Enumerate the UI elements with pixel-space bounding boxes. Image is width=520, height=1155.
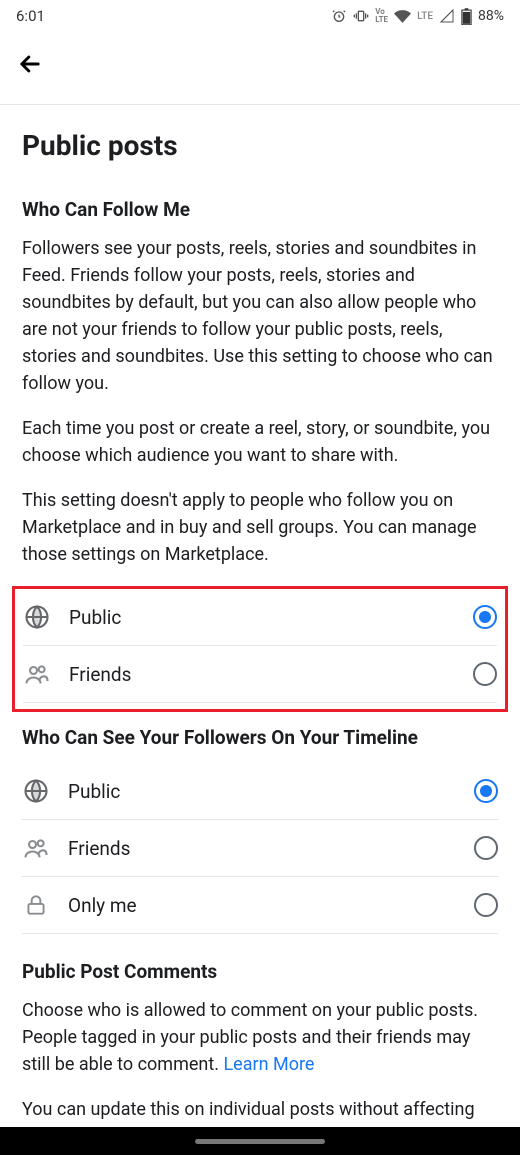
option-label: Friends	[68, 837, 474, 860]
status-bar: 6:01 VoLTE LTE 88%	[0, 0, 520, 32]
paragraph-follow-1: Followers see your posts, reels, stories…	[22, 235, 498, 397]
wifi-icon	[394, 8, 411, 25]
paragraph-follow-3: This setting doesn't apply to people who…	[22, 487, 498, 568]
globe-icon	[22, 777, 50, 805]
option-follow-public[interactable]: Public	[23, 589, 497, 646]
section-title-followers: Who Can See Your Followers On Your Timel…	[22, 726, 498, 749]
paragraph-follow-2: Each time you post or create a reel, sto…	[22, 415, 498, 469]
radio-unselected[interactable]	[473, 662, 497, 686]
learn-more-link[interactable]: Learn More	[223, 1054, 314, 1075]
section-title-comments: Public Post Comments	[22, 960, 498, 983]
home-indicator[interactable]	[195, 1139, 325, 1144]
friends-icon	[22, 834, 50, 862]
option-label: Only me	[68, 894, 474, 917]
highlight-box: Public Friends	[12, 586, 508, 712]
status-icons: VoLTE LTE 88%	[331, 8, 504, 25]
section-title-follow: Who Can Follow Me	[22, 198, 498, 221]
friends-icon	[23, 660, 51, 688]
radio-selected[interactable]	[473, 605, 497, 629]
radio-unselected[interactable]	[474, 836, 498, 860]
page-title: Public posts	[22, 105, 498, 180]
status-time: 6:01	[16, 7, 45, 25]
radio-unselected[interactable]	[474, 893, 498, 917]
lock-icon	[22, 891, 50, 919]
paragraph-comments-1: Choose who is allowed to comment on your…	[22, 997, 498, 1078]
option-followers-public[interactable]: Public	[22, 763, 498, 820]
battery-percentage: 88%	[478, 8, 504, 24]
option-followers-friends[interactable]: Friends	[22, 820, 498, 877]
globe-icon	[23, 603, 51, 631]
option-label: Public	[68, 780, 474, 803]
option-label: Friends	[69, 663, 473, 686]
option-followers-onlyme[interactable]: Only me	[22, 877, 498, 934]
radio-selected[interactable]	[474, 779, 498, 803]
alarm-icon	[331, 8, 347, 24]
header	[0, 32, 520, 105]
volte-icon: VoLTE	[375, 8, 388, 24]
network-lte-label: LTE	[417, 11, 433, 22]
back-button[interactable]	[16, 50, 44, 82]
battery-icon	[461, 8, 472, 25]
navigation-bar	[0, 1127, 520, 1155]
option-label: Public	[69, 606, 473, 629]
option-follow-friends[interactable]: Friends	[23, 646, 497, 703]
vibrate-icon	[353, 8, 369, 24]
signal-icon	[439, 8, 455, 24]
